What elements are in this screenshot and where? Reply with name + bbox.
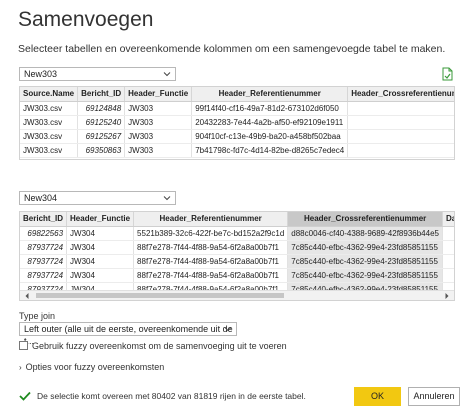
table-cell <box>347 115 454 130</box>
table-cell: 69350863 <box>77 143 126 158</box>
table-cell: JW303.csv <box>20 115 79 130</box>
table-cell: 88f7e278-7f44-4f88-9a54-6f2a8a00b7f1 <box>133 268 289 283</box>
horizontal-scrollbar[interactable] <box>20 290 454 300</box>
chevron-down-icon <box>163 196 171 201</box>
table2-grid: Bericht_ID Header_Functie Header_Referen… <box>20 212 454 297</box>
match-status: De selectie komt overeen met 80402 van 8… <box>19 391 306 401</box>
table2-col-header[interactable]: Bericht_ID <box>20 212 68 227</box>
table-cell: 88f7e278-7f44-4f88-9a54-6f2a8a00b7f1 <box>133 254 289 269</box>
table-cell: 87937724 <box>20 254 68 269</box>
table1-col-header[interactable]: Header_Crossreferentienummer <box>347 87 454 102</box>
table-cell <box>442 226 454 241</box>
table2-col-header-selected[interactable]: Header_Crossreferentienummer <box>287 212 443 227</box>
table-row[interactable]: JW303.csv 69124848 JW303 99f14f40-cf16-4… <box>20 101 454 116</box>
table-row[interactable]: JW303.csv 69125267 JW303 904f10cf-c13e-4… <box>20 129 454 144</box>
table2-col-header[interactable]: Header_Referentienummer <box>133 212 289 227</box>
table-cell: 87937724 <box>20 240 68 255</box>
export-file-icon[interactable] <box>440 67 454 81</box>
table-cell: 69124848 <box>77 101 126 116</box>
table-cell: 5521b389-32c6-422f-be7c-bd152a2f9c1d <box>133 226 289 241</box>
table-row[interactable]: 87937724 JW304 88f7e278-7f44-4f88-9a54-6… <box>20 268 454 283</box>
cancel-button[interactable]: Annuleren <box>408 387 460 406</box>
table-cell: 69822563 <box>20 226 68 241</box>
scrollbar-thumb[interactable] <box>36 293 284 298</box>
chevron-right-icon: › <box>19 363 22 372</box>
ok-button[interactable]: OK <box>354 387 401 406</box>
table2-select[interactable]: New304 <box>19 191 176 205</box>
table-cell <box>347 143 454 158</box>
table-cell: JW303 <box>124 101 193 116</box>
table-cell: JW304 <box>66 226 135 241</box>
table-cell: d88c0046-cf40-4388-9689-42f8936b44e5 <box>287 226 443 241</box>
chevron-down-icon <box>163 72 171 77</box>
table2-col-header[interactable]: Da <box>442 212 454 227</box>
join-type-label: Type join <box>19 311 56 321</box>
table-cell: JW303.csv <box>20 143 79 158</box>
table-cell: 99f14f40-cf16-49a7-81d2-673102d6f050 <box>191 101 349 116</box>
fuzzy-match-label: Gebruik fuzzy overeenkomst om de samenvo… <box>32 341 287 351</box>
table-cell: 88f7e278-7f44-4f88-9a54-6f2a8a00b7f1 <box>133 240 289 255</box>
fuzzy-match-option[interactable]: Gebruik fuzzy overeenkomst om de samenvo… <box>19 341 287 351</box>
table-cell: JW304 <box>66 240 135 255</box>
table-cell: JW303 <box>124 115 193 130</box>
table-cell: 7c85c440-efbc-4362-99e4-23fd85851155 <box>287 268 443 283</box>
table-cell <box>442 240 454 255</box>
table-row[interactable]: 87937724 JW304 88f7e278-7f44-4f88-9a54-6… <box>20 240 454 255</box>
table2-select-value: New304 <box>24 193 58 203</box>
table1-col-header[interactable]: Source.Name <box>20 87 79 102</box>
table-row[interactable]: 69822563 JW304 5521b389-32c6-422f-be7c-b… <box>20 226 454 241</box>
table1-col-header[interactable]: Header_Referentienummer <box>191 87 349 102</box>
table-cell: 7c85c440-efbc-4362-99e4-23fd85851155 <box>287 254 443 269</box>
table1-header-row: Source.Name Bericht_ID Header_Functie He… <box>20 87 454 102</box>
fuzzy-options-toggle[interactable]: › Opties voor fuzzy overeenkomsten <box>19 362 164 372</box>
scroll-right-icon[interactable] <box>443 292 451 300</box>
table-cell: 7b41798c-fd7c-4d14-82be-d8265c7edec4 <box>191 143 349 158</box>
table-row[interactable]: 87937724 JW304 88f7e278-7f44-4f88-9a54-6… <box>20 254 454 269</box>
match-status-text: De selectie komt overeen met 80402 van 8… <box>37 391 306 401</box>
table2-preview[interactable]: Bericht_ID Header_Functie Header_Referen… <box>19 211 455 301</box>
table2-header-row: Bericht_ID Header_Functie Header_Referen… <box>20 212 454 227</box>
table-row[interactable]: JW303.csv 69350863 JW303 7b41798c-fd7c-4… <box>20 143 454 158</box>
table-cell <box>347 101 454 116</box>
table1-preview[interactable]: Source.Name Bericht_ID Header_Functie He… <box>19 86 455 160</box>
dialog-description: Selecteer tabellen en overeenkomende kol… <box>18 43 446 55</box>
table-cell: JW304 <box>66 268 135 283</box>
table-cell: JW303 <box>124 129 193 144</box>
table-cell: JW303.csv <box>20 101 79 116</box>
table-cell: 20432283-7e44-4a2b-af50-ef92109e1911 <box>191 115 349 130</box>
table-cell <box>347 129 454 144</box>
table1-select-value: New303 <box>24 69 58 79</box>
fuzzy-options-label: Opties voor fuzzy overeenkomsten <box>25 362 165 372</box>
table-cell <box>442 268 454 283</box>
table-cell: 7c85c440-efbc-4362-99e4-23fd85851155 <box>287 240 443 255</box>
table1-grid: Source.Name Bericht_ID Header_Functie He… <box>20 87 454 158</box>
scroll-left-icon[interactable] <box>23 292 31 300</box>
table-cell: JW303.csv <box>20 129 79 144</box>
table-row[interactable]: JW303.csv 69125240 JW303 20432283-7e44-4… <box>20 115 454 130</box>
fuzzy-match-checkbox[interactable] <box>19 341 28 350</box>
table-cell: 69125267 <box>77 129 126 144</box>
table-cell: 87937724 <box>20 268 68 283</box>
dialog-title: Samenvoegen <box>18 8 154 31</box>
table-cell <box>442 254 454 269</box>
table-cell: JW304 <box>66 254 135 269</box>
chevron-down-icon <box>224 327 232 332</box>
join-type-select[interactable]: Left outer (alle uit de eerste, overeenk… <box>19 322 237 346</box>
table2-col-header[interactable]: Header_Functie <box>66 212 135 227</box>
checkmark-icon <box>19 391 31 401</box>
table-cell: 69125240 <box>77 115 126 130</box>
table1-select[interactable]: New303 <box>19 67 176 81</box>
table1-col-header[interactable]: Header_Functie <box>124 87 193 102</box>
table-cell: 904f10cf-c13e-49b9-ba20-a458bf502baa <box>191 129 349 144</box>
table-cell: JW303 <box>124 143 193 158</box>
table1-col-header[interactable]: Bericht_ID <box>77 87 126 102</box>
